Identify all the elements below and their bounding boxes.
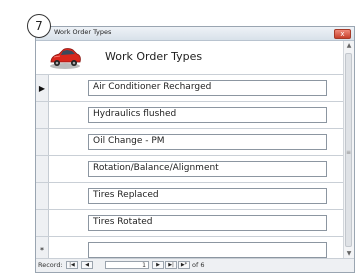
work-order-type-field[interactable]: Air Conditioner Recharged xyxy=(88,80,327,96)
work-order-type-field[interactable]: Rotation/Balance/Alignment xyxy=(88,161,327,177)
record-selector[interactable] xyxy=(36,210,48,236)
record-row: ▶ Air Conditioner Recharged xyxy=(36,75,344,102)
records-list: ▶ Air Conditioner Recharged Hydraulics f… xyxy=(36,74,344,264)
title-bar: Work Order Types x xyxy=(36,27,354,41)
record-row: Rotation/Balance/Alignment xyxy=(36,156,344,183)
window-title: Work Order Types xyxy=(54,28,112,36)
record-selector[interactable] xyxy=(36,156,48,182)
scroll-grip-icon: ≡ xyxy=(346,149,352,156)
record-label: Record: xyxy=(38,261,63,269)
current-record-input[interactable]: 1 xyxy=(105,261,149,269)
work-order-type-field[interactable]: Tires Replaced xyxy=(88,188,327,204)
next-record-button[interactable]: ▶ xyxy=(152,261,164,269)
record-selector[interactable] xyxy=(36,183,48,209)
work-order-type-field[interactable]: Tires Rotated xyxy=(88,215,327,231)
work-order-type-field[interactable]: Oil Change - PM xyxy=(88,134,327,150)
scroll-up-icon[interactable]: ▲ xyxy=(344,41,354,51)
record-navigation-bar: Record: |◀ ◀ 1 ▶ ▶| ▶* of 6 xyxy=(36,258,354,272)
record-count: of 6 xyxy=(192,261,205,269)
form-header: Work Order Types xyxy=(36,41,344,73)
record-selector[interactable]: ▶ xyxy=(36,75,48,101)
record-row: Hydraulics flushed xyxy=(36,102,344,129)
record-row: Tires Replaced xyxy=(36,183,344,210)
record-row: Tires Rotated xyxy=(36,210,344,237)
step-number-badge: 7 xyxy=(27,14,51,38)
record-row: Oil Change - PM xyxy=(36,129,344,156)
previous-record-button[interactable]: ◀ xyxy=(81,261,93,269)
vertical-scrollbar[interactable]: ▲ ≡ ▼ xyxy=(343,41,354,259)
last-record-button[interactable]: ▶| xyxy=(165,261,177,269)
work-order-type-field[interactable]: Hydraulics flushed xyxy=(88,107,327,123)
first-record-button[interactable]: |◀ xyxy=(66,261,78,269)
record-selector[interactable] xyxy=(36,102,48,128)
form-title: Work Order Types xyxy=(105,50,203,63)
new-work-order-type-field[interactable] xyxy=(88,242,327,258)
record-selector[interactable] xyxy=(36,129,48,155)
close-button[interactable]: x xyxy=(334,29,351,39)
new-record-button[interactable]: ▶* xyxy=(178,261,190,269)
form-window: Work Order Types x Work Order Types ▶ Ai… xyxy=(35,26,355,273)
car-icon xyxy=(50,48,81,69)
